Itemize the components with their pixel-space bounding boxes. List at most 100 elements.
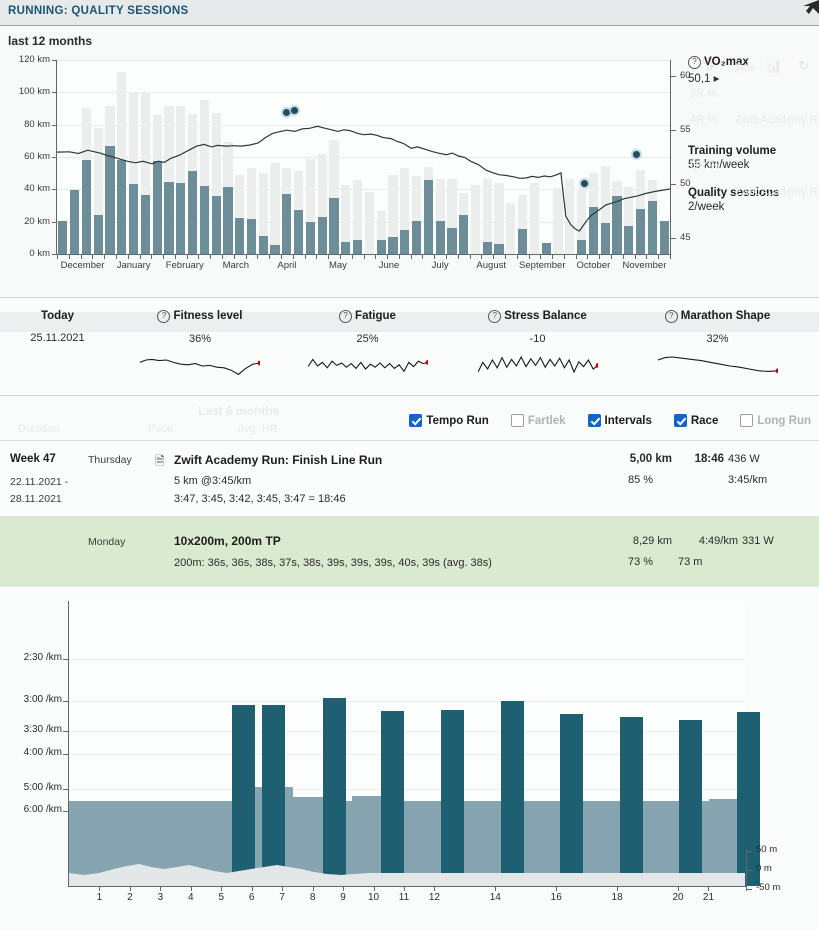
- workout-title[interactable]: Zwift Academy Run: Finish Line Run: [174, 453, 382, 467]
- metric-column: ? Fatigue 25%: [295, 298, 440, 381]
- section-heading: last 12 months: [8, 34, 93, 48]
- workout-pace: 3:45/km: [728, 474, 768, 486]
- ghost-col-pace: Pace: [148, 423, 174, 435]
- help-circle-icon[interactable]: ?: [157, 310, 171, 323]
- app-root: RUNNING: QUALITY SESSIONS last 12 months…: [0, 0, 819, 930]
- filter-checkbox-fartlek[interactable]: Fartlek: [510, 414, 566, 427]
- y-axis-label: 20 km: [24, 215, 50, 227]
- pace-x-ticks: [69, 886, 745, 891]
- x-axis-tick: [269, 254, 271, 259]
- document-icon[interactable]: 🗎: [155, 452, 165, 473]
- workout-power: 331 W: [742, 535, 774, 547]
- metric-label: ? Fatigue: [295, 310, 440, 323]
- x-axis-tick: [316, 254, 318, 259]
- metric-label: Today: [10, 310, 105, 322]
- pace-x-label: 18: [611, 892, 623, 903]
- checkbox-label: Intervals: [604, 414, 652, 427]
- y-axis-tick: [52, 124, 57, 126]
- checkbox-icon[interactable]: [673, 414, 687, 427]
- vo2max-line: [57, 126, 670, 231]
- quality-sessions-label: Quality sessions: [688, 187, 780, 199]
- pace-y-tick: [63, 789, 69, 790]
- metric-label-text: Today: [40, 310, 74, 322]
- pace-x-labels: 1 2 3 4 5 6 7 8 9 10 11 12 14 16 18 20 21: [0, 892, 819, 906]
- pace-x-tick: [556, 886, 558, 891]
- workout-row[interactable]: Monday 10x200m, 200m TP 200m: 36s, 36s, …: [0, 517, 819, 587]
- pace-x-label: 4: [188, 892, 194, 903]
- checkbox-icon[interactable]: [409, 414, 423, 427]
- pace-y-tick: [63, 701, 69, 702]
- workout-elevation: 73 m: [678, 556, 703, 568]
- x-axis-tick: [481, 254, 483, 259]
- x-axis-tick: [351, 254, 353, 259]
- x-axis-tick: [174, 254, 176, 259]
- week-date-end: 28.11.2021: [10, 493, 62, 505]
- y2-axis-tick: [671, 130, 676, 132]
- elevation-tick: [747, 851, 752, 852]
- help-circle-icon[interactable]: ?: [688, 56, 701, 69]
- metric-label: ? Marathon Shape: [625, 310, 810, 323]
- x-axis-tick: [422, 254, 424, 259]
- y-axis-tick: [52, 189, 57, 191]
- x-axis-tick: [587, 254, 589, 259]
- ghost-col-duration: Duration: [18, 423, 60, 435]
- pace-x-tick: [434, 886, 436, 891]
- x-axis-tick: [257, 254, 259, 259]
- pace-x-tick: [160, 886, 162, 891]
- filter-checkbox-tempo-run[interactable]: Tempo Run: [409, 414, 489, 427]
- metric-label-text: Fitness level: [173, 310, 243, 322]
- weekday-label: Thursday: [88, 454, 132, 466]
- x-axis-tick: [575, 254, 577, 259]
- y-axis-label: 120 km: [18, 54, 50, 65]
- x-axis-tick: [398, 254, 400, 259]
- metric-label-text: Fatigue: [355, 310, 396, 322]
- metric-sparkline: [120, 351, 280, 381]
- elevation-tick: [747, 870, 752, 871]
- week-date-start: 22.11.2021 -: [10, 476, 69, 488]
- pace-x-label: 8: [309, 892, 316, 903]
- x-axis-tick: [493, 254, 495, 259]
- x-axis-tick: [57, 254, 58, 259]
- workout-title[interactable]: 10x200m, 200m TP: [174, 534, 281, 548]
- help-circle-icon[interactable]: ?: [488, 310, 502, 323]
- x-axis-tick: [434, 254, 436, 259]
- pace-x-label: 5: [218, 892, 225, 903]
- filter-checkbox-long-run[interactable]: Long Run: [740, 414, 811, 427]
- x-axis-tick: [80, 254, 82, 259]
- pace-x-tick: [221, 886, 223, 891]
- y-axis-label: 100 km: [18, 86, 50, 98]
- interval-pace-chart[interactable]: 2:30 /km 3:00 /km 3:30 /km 4:00 /km 5:00 /km…: [0, 587, 819, 930]
- filter-checkbox-intervals[interactable]: Intervals: [587, 414, 652, 427]
- filter-checkbox-race[interactable]: Race: [673, 414, 718, 427]
- vo2max-label-text: VO₂max: [704, 56, 749, 68]
- x-axis-tick: [127, 254, 129, 259]
- x-axis-label: September: [519, 260, 566, 271]
- last-12-months-section: last 12 months 📅 📈 📊 ↻ 0 km 20 km 40 km 60 …: [0, 26, 819, 298]
- workout-duration: 18:46: [694, 453, 724, 465]
- metric-column: ? Marathon Shape 32%: [625, 298, 810, 381]
- x-axis-tick: [516, 254, 518, 259]
- pace-y-label: 5:00 /km: [23, 782, 62, 793]
- metric-value: 32%: [706, 333, 729, 345]
- vo2max-value[interactable]: 50,1 ▸: [688, 71, 816, 85]
- workout-power: 436 W: [728, 453, 760, 465]
- x-axis-tick: [139, 254, 141, 259]
- x-axis-tick: [68, 254, 70, 259]
- workout-row[interactable]: Week 47 22.11.2021 - 28.11.2021 Thursday…: [0, 441, 819, 517]
- help-circle-icon[interactable]: ?: [664, 310, 678, 323]
- x-axis-tick: [658, 254, 660, 259]
- checkbox-icon[interactable]: [510, 414, 524, 427]
- help-circle-icon[interactable]: ?: [339, 310, 353, 323]
- pace-bars: [69, 601, 760, 886]
- metric-value: 25%: [356, 333, 379, 345]
- x-axis-tick: [622, 254, 624, 259]
- x-axis-tick: [552, 254, 554, 259]
- pace-x-label: 7: [279, 892, 285, 903]
- pace-x-tick: [678, 886, 679, 891]
- ghost-col-hr: avg. HR: [238, 423, 278, 435]
- metric-column: Today 25.11.2021: [10, 298, 105, 344]
- checkbox-icon[interactable]: [587, 414, 601, 427]
- pointer-cursor-icon: [793, 0, 819, 22]
- y-axis-label: 80 km: [24, 118, 50, 130]
- checkbox-icon[interactable]: [740, 414, 754, 427]
